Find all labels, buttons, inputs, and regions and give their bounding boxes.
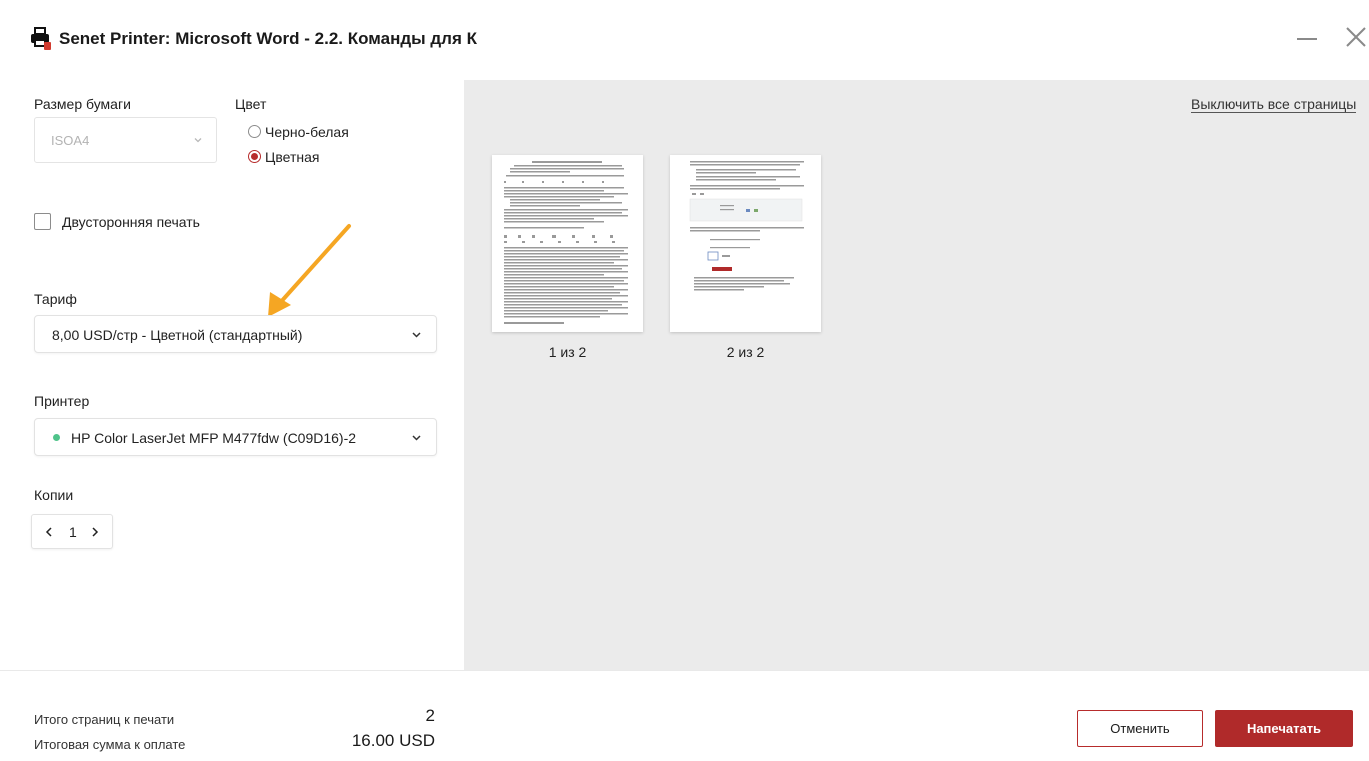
page-thumbnail-content: [504, 161, 628, 324]
paper-size-value: ISOA4: [51, 133, 90, 148]
radio-black-white-label[interactable]: Черно-белая: [265, 124, 349, 140]
window-title: Senet Printer: Microsoft Word - 2.2. Ком…: [59, 29, 477, 48]
chevron-down-icon: [412, 332, 421, 338]
chevron-down-icon: [194, 138, 202, 143]
copies-label: Копии: [34, 487, 74, 503]
copies-value: 1: [69, 524, 77, 540]
print-button[interactable]: Напечатать: [1215, 710, 1353, 747]
page-caption-2: 2 из 2: [726, 344, 765, 360]
copies-stepper[interactable]: 1: [31, 514, 113, 549]
chevron-left-icon[interactable]: [42, 523, 56, 541]
paper-size-select[interactable]: ISOA4: [34, 117, 217, 163]
total-pages-value: 2: [425, 706, 435, 725]
chevron-right-icon[interactable]: [88, 523, 102, 541]
tariff-select[interactable]: 8,00 USD/стр - Цветной (стандартный): [34, 315, 437, 353]
total-pages-label: Итого страниц к печати: [34, 712, 175, 727]
close-icon[interactable]: [1343, 24, 1369, 50]
radio-color-label[interactable]: Цветная: [265, 149, 319, 165]
printer-status-dot: [53, 434, 60, 441]
page-caption-1: 1 из 2: [548, 344, 587, 360]
total-amount-label: Итоговая сумма к оплате: [34, 737, 186, 752]
radio-color[interactable]: [248, 150, 261, 163]
paper-size-label: Размер бумаги: [34, 96, 131, 112]
color-label: Цвет: [235, 96, 267, 112]
printer-label: Принтер: [34, 393, 90, 409]
duplex-checkbox[interactable]: [34, 213, 51, 230]
tariff-label: Тариф: [34, 291, 77, 307]
page-thumbnail-2[interactable]: [670, 155, 821, 332]
minimize-icon[interactable]: [1297, 38, 1317, 40]
title-bar: Senet Printer: Microsoft Word - 2.2. Ком…: [0, 0, 1369, 80]
annotation-arrow: [268, 224, 351, 317]
settings-panel: [0, 80, 464, 670]
duplex-label[interactable]: Двусторонняя печать: [62, 214, 200, 230]
printer-icon: [31, 27, 51, 50]
radio-black-white[interactable]: [248, 125, 261, 138]
total-amount-value: 16.00 USD: [351, 731, 435, 750]
tariff-value: 8,00 USD/стр - Цветной (стандартный): [52, 327, 303, 343]
printer-value: HP Color LaserJet MFP M477fdw (C09D16)-2: [71, 430, 357, 446]
printer-select[interactable]: HP Color LaserJet MFP M477fdw (C09D16)-2: [34, 418, 437, 456]
page-thumbnail-content: [689, 161, 804, 291]
toggle-all-pages-link[interactable]: Выключить все страницы: [1191, 96, 1357, 113]
cancel-button[interactable]: Отменить: [1077, 710, 1203, 747]
page-thumbnail-1[interactable]: [492, 155, 643, 332]
chevron-down-icon: [412, 435, 421, 441]
